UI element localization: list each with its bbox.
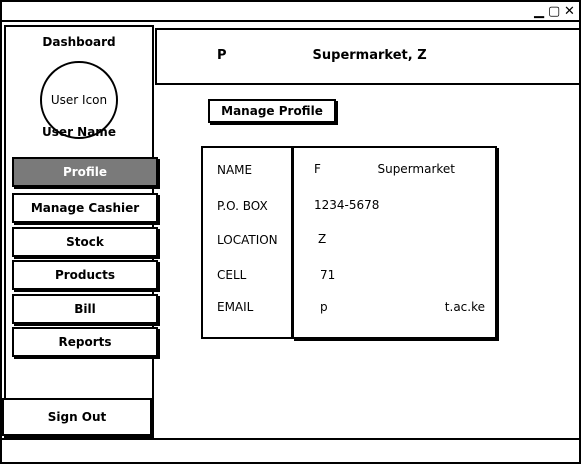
label-cell: CELL: [217, 268, 247, 282]
minimize-icon[interactable]: ▁: [534, 4, 544, 20]
manage-profile-button[interactable]: Manage Profile: [208, 99, 336, 123]
nav-label: Bill: [74, 302, 96, 316]
user-name: User Name: [42, 125, 116, 139]
nav-products[interactable]: Products: [12, 260, 158, 290]
maximize-icon[interactable]: ▢: [548, 4, 560, 20]
nav-manage-cashier[interactable]: Manage Cashier: [12, 193, 158, 223]
nav-label: Products: [54, 268, 116, 282]
value-name-end: Supermarket: [377, 162, 455, 176]
nav-reports[interactable]: Reports: [12, 327, 158, 357]
manage-profile-label: Manage Profile: [221, 104, 323, 118]
nav-label: Manage Cashier: [30, 201, 140, 215]
label-email: EMAIL: [217, 300, 254, 314]
nav-stock[interactable]: Stock: [12, 227, 158, 257]
value-email-start: p: [320, 300, 328, 314]
label-name: NAME: [217, 163, 253, 177]
profile-values-column: F Supermarket 1234-5678 Z 71 p t.ac.ke: [292, 146, 497, 339]
user-icon-label: User Icon: [50, 93, 108, 107]
label-pobox: P.O. BOX: [217, 199, 268, 213]
value-name-start: F: [314, 162, 321, 176]
sign-out-button[interactable]: Sign Out: [2, 398, 152, 436]
value-pobox: 1234-5678: [314, 198, 380, 212]
close-icon[interactable]: ✕: [564, 4, 575, 20]
value-cell: 71: [320, 268, 336, 282]
sidebar-title: Dashboard: [42, 35, 116, 49]
nav-label: Profile: [62, 165, 108, 179]
value-location: Z: [318, 232, 327, 246]
label-location: LOCATION: [217, 233, 278, 247]
sign-out-label: Sign Out: [47, 410, 107, 424]
status-bar-divider: [2, 438, 579, 440]
nav-label: Stock: [66, 235, 104, 249]
sidebar: Dashboard User Icon User Name Profile Ma…: [4, 25, 158, 438]
nav-profile[interactable]: Profile: [12, 157, 158, 187]
title-bar: ▁ ▢ ✕: [2, 2, 579, 22]
page-title: P Supermarket, Z: [217, 48, 427, 63]
value-email-end: t.ac.ke: [444, 300, 485, 314]
nav-label: Reports: [58, 335, 112, 349]
nav-bill[interactable]: Bill: [12, 294, 158, 324]
page-header: P Supermarket, Z: [155, 28, 579, 85]
profile-labels-column: NAME P.O. BOX LOCATION CELL EMAIL: [201, 146, 293, 339]
